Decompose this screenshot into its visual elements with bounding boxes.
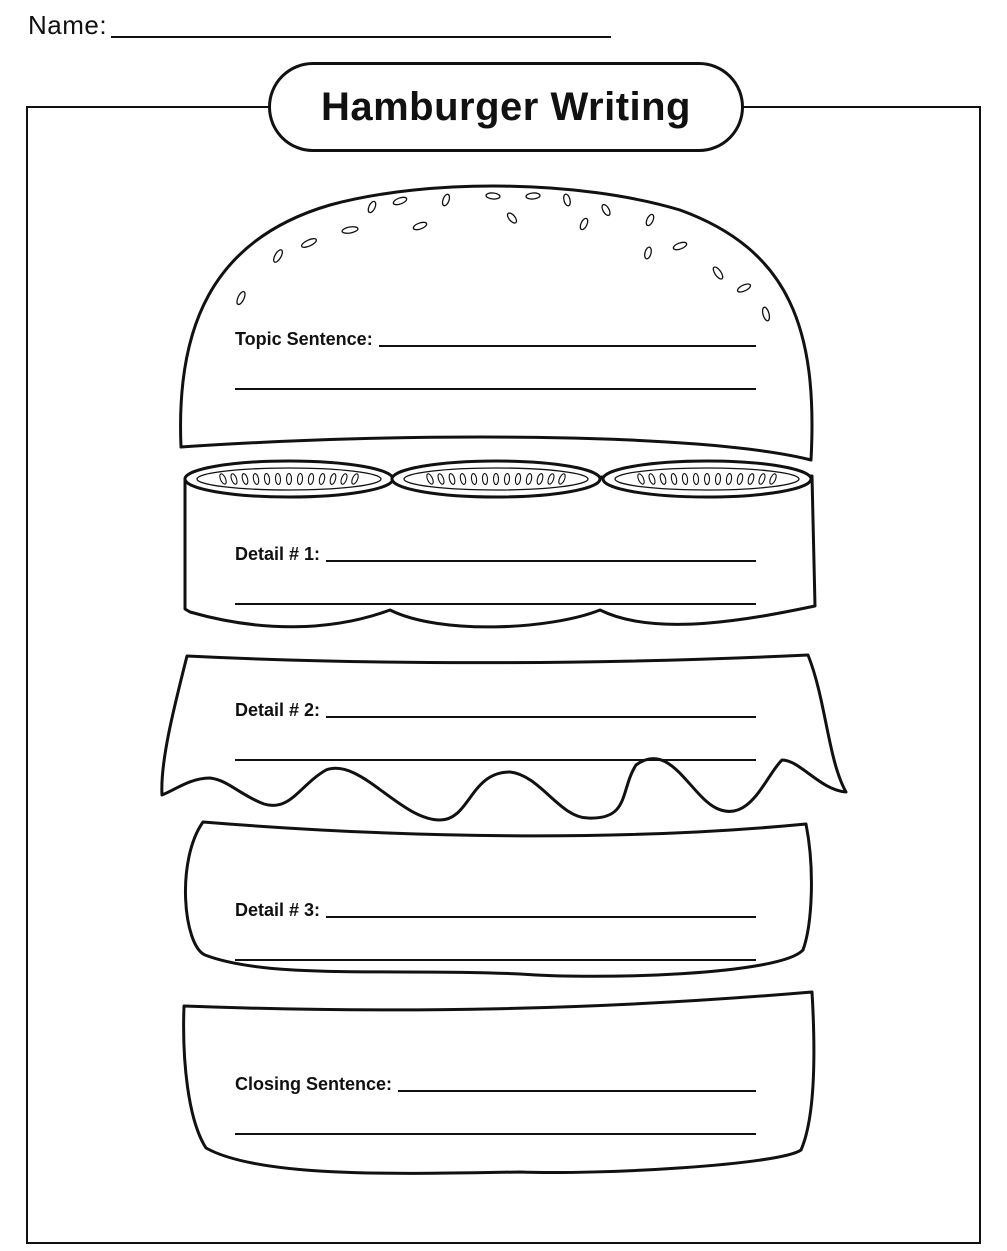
hamburger-illustration [160,184,848,1175]
detail-3-line-1[interactable] [326,916,756,918]
closing-sentence-line-2[interactable] [235,1133,756,1135]
pickle-seed [285,472,293,486]
pickle-seed [481,472,489,486]
topic-sentence-line-2[interactable] [235,388,756,390]
pickle-seed [296,472,304,486]
topic-sentence-line-1[interactable] [378,345,756,347]
detail-3-line-2[interactable] [235,959,756,961]
detail-2-field: Detail # 2: [235,693,756,761]
pickle-seed [714,472,722,486]
detail-1-label: Detail # 1: [235,544,321,564]
pickle-seed [274,472,282,486]
closing-sentence-line-1[interactable] [398,1090,756,1092]
detail-3-field: Detail # 3: [235,893,756,961]
pickle-seed [692,472,700,486]
closing-sentence-label: Closing Sentence: [235,1074,393,1094]
closing-sentence-field: Closing Sentence: [235,1067,756,1135]
pickle-seed [703,472,711,486]
detail-1-line-1[interactable] [326,560,756,562]
title-banner: Hamburger Writing [268,62,744,152]
topic-sentence-label: Topic Sentence: [235,329,373,349]
detail-1-field: Detail # 1: [235,537,756,605]
detail-2-label: Detail # 2: [235,700,321,720]
detail-3-label: Detail # 3: [235,900,321,920]
pickle-seed [503,472,511,486]
detail-2-line-1[interactable] [326,716,756,718]
pickle-seed [492,472,500,486]
detail-2-line-2[interactable] [235,759,756,761]
page-title: Hamburger Writing [320,84,691,129]
detail-1-line-2[interactable] [235,603,756,605]
topic-sentence-field: Topic Sentence: [235,322,756,390]
